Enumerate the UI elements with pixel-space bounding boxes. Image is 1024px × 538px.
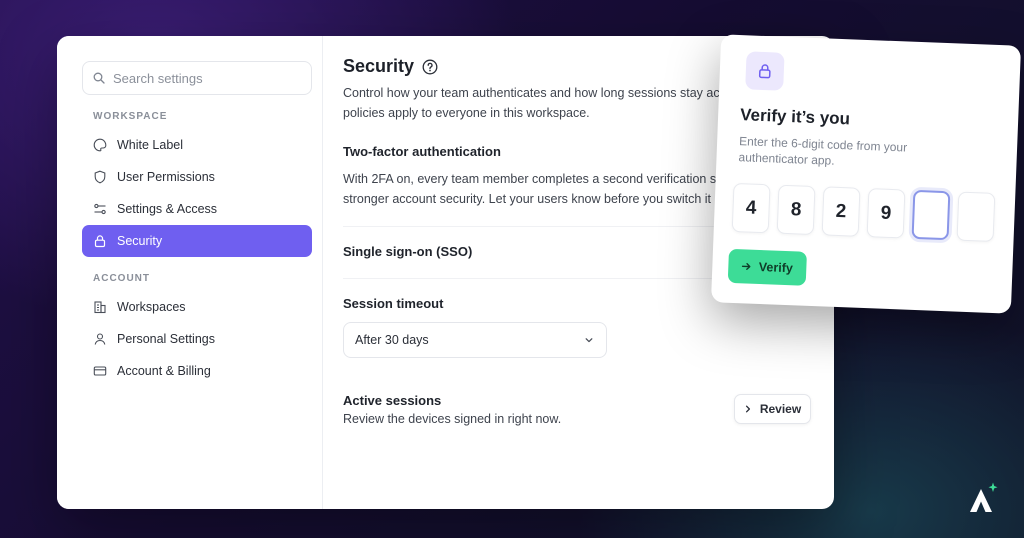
page-title: Security [343,56,438,77]
review-button[interactable]: Review [734,394,811,424]
sidebar: Search settings WORKSPACE White Label Us… [57,36,323,509]
modal-title: Verify it’s you [739,105,851,129]
sidebar-item-label: Workspaces [117,300,186,314]
twofa-text-line1: With 2FA on, every team member completes… [343,172,752,186]
sidebar-item-label: Settings & Access [117,202,218,216]
search-input[interactable]: Search settings [82,61,312,95]
credit-card-icon [93,366,107,376]
chevron-right-icon [745,405,750,413]
palette-icon [93,138,107,152]
code-input-row: 4 8 2 9 [731,182,996,242]
sidebar-item-personal-settings[interactable]: Personal Settings [82,323,312,355]
sidebar-item-account-billing[interactable]: Account & Billing [82,355,312,387]
lock-icon [758,64,771,79]
verify-button[interactable]: Verify [727,248,807,286]
sidebar-item-workspaces[interactable]: Workspaces [82,291,312,323]
session-timeout-heading: Session timeout [343,296,444,311]
sidebar-item-label: Account & Billing [117,364,211,378]
sidebar-item-security[interactable]: Security [82,225,312,257]
shield-icon [94,170,106,184]
session-timeout-select[interactable]: After 30 days [343,322,607,358]
lock-icon [94,235,106,248]
chevron-down-icon [585,338,593,343]
code-digit-6[interactable] [956,191,996,242]
help-circle-icon[interactable] [422,59,438,75]
sidebar-item-label: User Permissions [117,170,215,184]
sidebar-item-label: White Label [117,138,184,152]
active-sessions-text: Review the devices signed in right now. [343,412,562,426]
sidebar-item-label: Personal Settings [117,332,215,346]
section-label-workspace: WORKSPACE [93,111,168,122]
code-digit-2[interactable]: 8 [776,184,816,236]
intro-text-line1: Control how your team authenticates and … [343,86,743,100]
sidebar-item-white-label[interactable]: White Label [82,129,312,161]
session-timeout-value: After 30 days [355,333,429,347]
sliders-icon [94,203,106,215]
modal-subtitle: Enter the 6-digit code from your authent… [738,134,908,168]
code-digit-4[interactable]: 9 [866,188,906,239]
sidebar-item-user-permissions[interactable]: User Permissions [82,161,312,193]
twofa-heading: Two-factor authentication [343,144,501,159]
code-digit-3[interactable]: 2 [821,186,861,237]
review-button-label: Review [759,402,802,416]
code-digit-5[interactable] [911,189,951,241]
intro-text-line2: policies apply to everyone in this works… [343,106,590,120]
building-icon [94,301,106,314]
page-title-text: Security [343,56,415,76]
section-label-account: ACCOUNT [93,273,150,284]
user-icon [94,333,106,345]
code-digit-1[interactable]: 4 [731,182,771,234]
twofa-text-line2: stronger account security. Let your user… [343,192,732,206]
verify-modal: Verify it’s you Enter the 6-digit code f… [710,34,1022,314]
verify-button-label: Verify [758,259,794,276]
search-icon [93,72,105,84]
lock-badge [745,51,785,91]
active-sessions-heading: Active sessions [343,393,442,408]
sidebar-item-settings-access[interactable]: Settings & Access [82,193,312,225]
search-placeholder: Search settings [113,70,203,86]
sidebar-item-label: Security [117,234,163,248]
sso-heading: Single sign-on (SSO) [343,244,473,259]
brand-logo-icon [970,482,998,512]
arrow-right-icon [742,263,751,271]
